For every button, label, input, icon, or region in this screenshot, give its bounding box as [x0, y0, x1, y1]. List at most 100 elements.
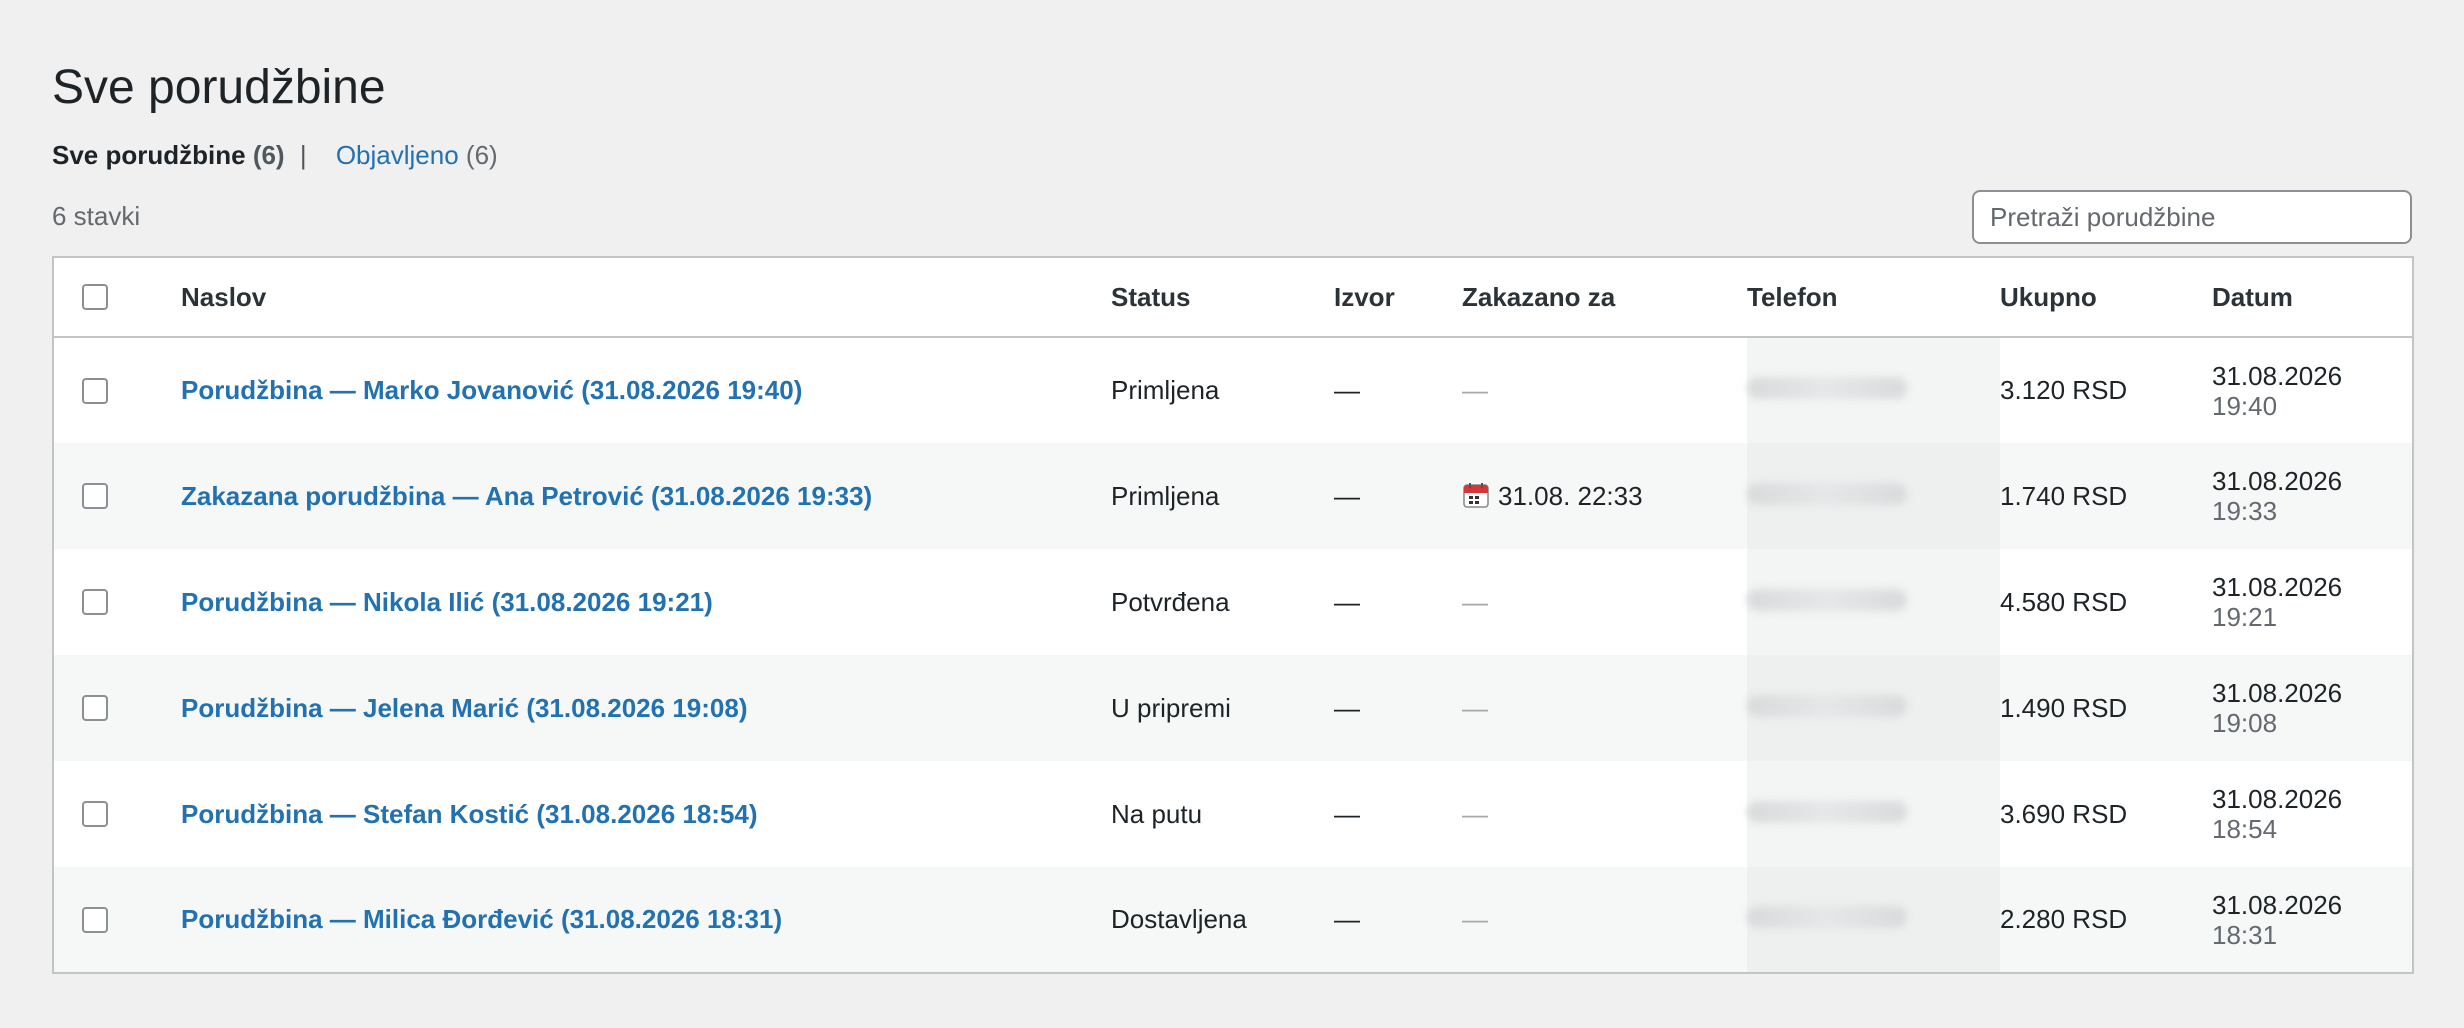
- scheduled-value: —: [1462, 692, 1488, 723]
- title-cell: Porudžbina — Marko Jovanović (31.08.2026…: [181, 337, 1111, 443]
- scheduled-value: —: [1462, 586, 1488, 617]
- order-title-link[interactable]: Porudžbina — Milica Đorđević (31.08.2026…: [181, 904, 782, 934]
- phone-cell: [1747, 337, 2000, 443]
- time-value: 19:40: [2212, 390, 2278, 421]
- status-cell: Na putu: [1111, 798, 1203, 829]
- date-value: 31.08.2026: [2212, 784, 2343, 814]
- column-status: Status: [1111, 257, 1334, 338]
- total-cell: 2.280 RSD: [2000, 867, 2212, 973]
- row-checkbox[interactable]: [82, 589, 108, 615]
- source-cell: —: [1334, 375, 1360, 405]
- date-value: 31.08.2026: [2212, 889, 2343, 920]
- phone-cell: [1747, 655, 2000, 761]
- select-all-checkbox[interactable]: [82, 284, 108, 310]
- table-row: Porudžbina — Milica Đorđević (31.08.2026…: [53, 867, 2413, 973]
- phone-redacted: [1747, 694, 1907, 717]
- scheduled-value: —: [1462, 904, 1488, 934]
- scheduled-cell: —: [1462, 337, 1747, 443]
- time-value: 19:08: [2212, 708, 2278, 738]
- time-value: 18:31: [2212, 919, 2278, 950]
- row-select-cell: [53, 443, 181, 549]
- scheduled-value: 31.08. 22:33: [1498, 480, 1643, 511]
- phone-cell: [1747, 443, 2000, 549]
- source-cell: —: [1334, 443, 1462, 549]
- time-value: 18:54: [2212, 814, 2278, 844]
- source-cell: —: [1334, 655, 1462, 761]
- orders-table: Naslov Status Izvor Zakazano za Telefon …: [52, 256, 2414, 974]
- date-cell: 31.08.2026 19:40: [2212, 337, 2413, 443]
- scheduled-cell: —: [1462, 655, 1747, 761]
- phone-cell: [1747, 549, 2000, 655]
- table-row: Porudžbina — Jelena Marić (31.08.2026 19…: [53, 655, 2413, 761]
- row-select-cell: [53, 761, 181, 867]
- scheduled-value: —: [1462, 798, 1488, 829]
- row-select-cell: [53, 337, 181, 443]
- time-value: 19:21: [2212, 602, 2278, 632]
- select-all-cell: [53, 257, 181, 338]
- date-value: 31.08.2026: [2212, 572, 2343, 602]
- table-header-row: Naslov Status Izvor Zakazano za Telefon …: [53, 257, 2413, 338]
- row-checkbox[interactable]: [82, 906, 108, 933]
- phone-cell: [1747, 761, 2000, 867]
- row-checkbox[interactable]: [82, 801, 108, 827]
- view-all-label[interactable]: Sve porudžbine: [52, 140, 246, 170]
- table-row: Porudžbina — Stefan Kostić (31.08.2026 1…: [53, 761, 2413, 867]
- scheduled-cell: —: [1462, 549, 1747, 655]
- row-select-cell: [53, 867, 181, 973]
- phone-redacted: [1747, 800, 1907, 823]
- status-cell: Dostavljena: [1111, 867, 1334, 973]
- title-cell: Porudžbina — Jelena Marić (31.08.2026 19…: [181, 655, 1111, 761]
- source-cell: —: [1334, 586, 1360, 617]
- order-title-link[interactable]: Porudžbina — Stefan Kostić (31.08.2026 1…: [181, 799, 758, 829]
- column-title[interactable]: Naslov: [181, 257, 1111, 338]
- order-title-link[interactable]: Porudžbina — Jelena Marić (31.08.2026 19…: [181, 693, 747, 723]
- table-row: Zakazana porudžbina — Ana Petrović (31.0…: [53, 443, 2413, 549]
- date-cell: 31.08.2026 18:54: [2212, 761, 2413, 867]
- title-cell: Porudžbina — Nikola Ilić (31.08.2026 19:…: [181, 549, 1111, 655]
- item-count: 6 stavki: [52, 201, 141, 231]
- column-total: Ukupno: [2000, 257, 2212, 338]
- title-cell: Porudžbina — Stefan Kostić (31.08.2026 1…: [181, 761, 1111, 867]
- row-checkbox[interactable]: [82, 695, 108, 721]
- date-value: 31.08.2026: [2212, 466, 2343, 496]
- source-cell: —: [1334, 867, 1462, 973]
- column-scheduled: Zakazano za: [1462, 257, 1747, 338]
- search-input[interactable]: [1972, 190, 2412, 244]
- date-value: 31.08.2026: [2212, 678, 2343, 708]
- column-date[interactable]: Datum: [2212, 257, 2413, 338]
- table-row: Porudžbina — Nikola Ilić (31.08.2026 19:…: [53, 549, 2413, 655]
- order-title-link[interactable]: Porudžbina — Nikola Ilić (31.08.2026 19:…: [181, 587, 713, 617]
- status-cell: U pripremi: [1111, 655, 1334, 761]
- phone-redacted: [1747, 588, 1907, 611]
- status-cell: Potvrđena: [1111, 586, 1230, 617]
- total-cell: 1.740 RSD: [2000, 443, 2212, 549]
- order-title-link[interactable]: Porudžbina — Marko Jovanović (31.08.2026…: [181, 375, 802, 405]
- date-cell: 31.08.2026 19:08: [2212, 655, 2413, 761]
- row-checkbox[interactable]: [82, 483, 108, 509]
- view-all-count: (6): [252, 140, 285, 170]
- phone-redacted: [1747, 906, 1907, 928]
- date-cell: 31.08.2026 19:33: [2212, 443, 2413, 549]
- view-published-count: (6): [465, 140, 498, 170]
- table-row: Porudžbina — Marko Jovanović (31.08.2026…: [53, 337, 2413, 443]
- phone-redacted: [1747, 482, 1907, 505]
- row-select-cell: [53, 655, 181, 761]
- row-checkbox[interactable]: [82, 377, 108, 404]
- date-value: 31.08.2026: [2212, 360, 2343, 391]
- column-source: Izvor: [1334, 257, 1462, 338]
- order-title-link[interactable]: Zakazana porudžbina — Ana Petrović (31.0…: [181, 481, 872, 511]
- total-cell: 4.580 RSD: [2000, 586, 2128, 617]
- scheduled-cell: 31.08. 22:33: [1462, 443, 1747, 549]
- status-cell: Primljena: [1111, 375, 1220, 405]
- view-separator: |: [299, 140, 307, 170]
- time-value: 19:33: [2212, 496, 2278, 526]
- title-cell: Porudžbina — Milica Đorđević (31.08.2026…: [181, 867, 1111, 973]
- view-published-link[interactable]: Objavljeno: [336, 140, 459, 170]
- row-select-cell: [53, 549, 181, 655]
- date-cell: 31.08.2026 19:21: [2212, 549, 2413, 655]
- column-phone: Telefon: [1747, 257, 2000, 338]
- scheduled-cell: —: [1462, 867, 1747, 973]
- total-cell: 3.120 RSD: [2000, 375, 2128, 405]
- status-cell: Primljena: [1111, 443, 1334, 549]
- scheduled-cell: —: [1462, 761, 1747, 867]
